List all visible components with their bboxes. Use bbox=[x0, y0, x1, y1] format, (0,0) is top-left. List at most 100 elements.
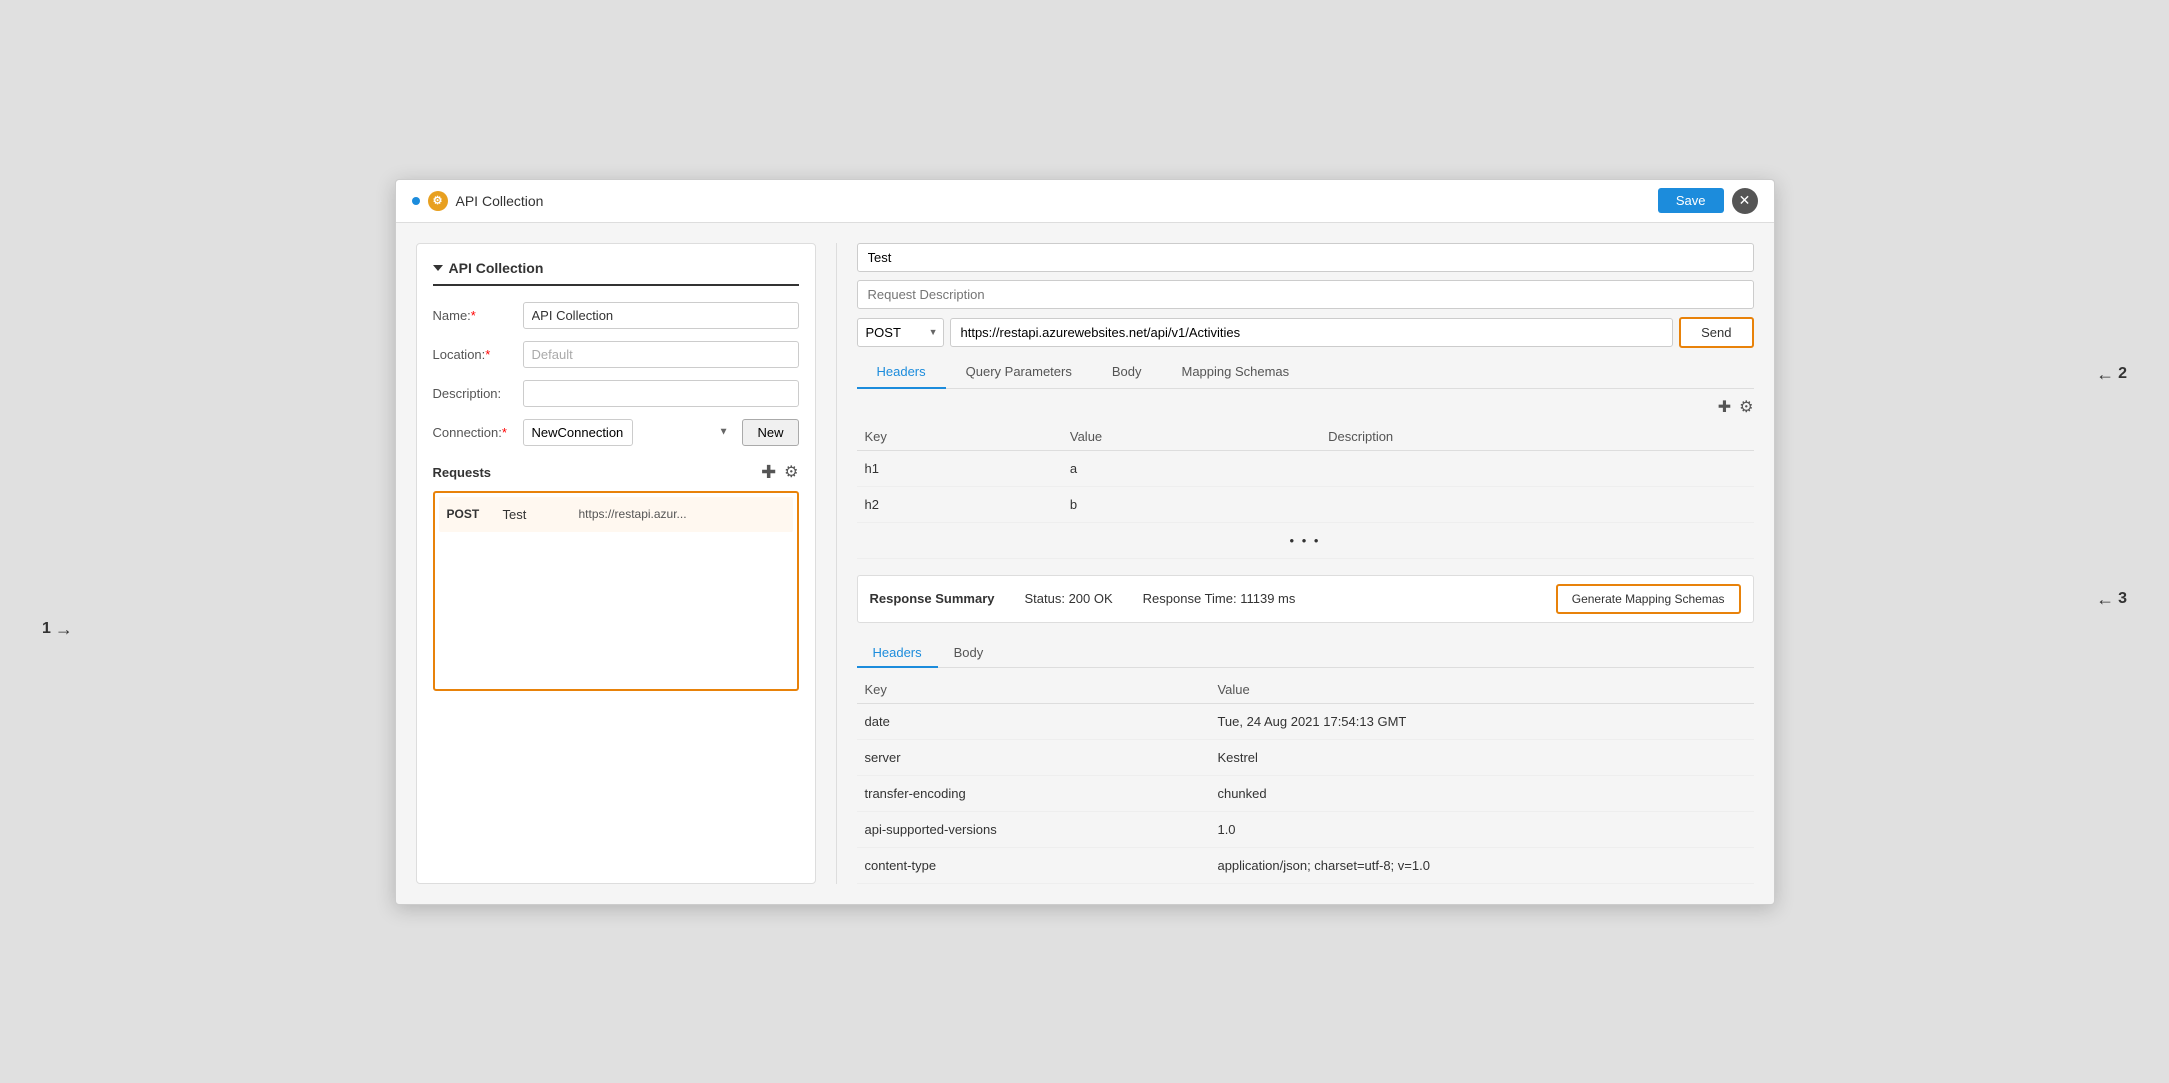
resp-row-server: server Kestrel bbox=[857, 739, 1754, 775]
description-input[interactable] bbox=[523, 380, 799, 407]
tab-headers[interactable]: Headers bbox=[857, 356, 946, 389]
titlebar: ⚙ API Collection Save ✕ bbox=[396, 180, 1774, 223]
header-row-2: h2 b bbox=[857, 486, 1754, 522]
name-row: Name:* bbox=[433, 302, 799, 329]
plus-icon: ✚ bbox=[761, 462, 776, 483]
header-value-2: b bbox=[1062, 486, 1320, 522]
response-info: Response Summary Status: 200 OK Response… bbox=[870, 591, 1296, 606]
name-label: Name:* bbox=[433, 308, 523, 323]
title-icon: ⚙ bbox=[428, 191, 448, 211]
col-value: Value bbox=[1062, 423, 1320, 451]
url-input[interactable] bbox=[950, 318, 1674, 347]
resp-key-content-type: content-type bbox=[857, 847, 1210, 883]
response-table: Key Value date Tue, 24 Aug 2021 17:54:13… bbox=[857, 676, 1754, 884]
titlebar-left: ⚙ API Collection bbox=[412, 191, 544, 211]
right-panel: POST GET PUT DELETE Send Headers Query P… bbox=[857, 243, 1754, 884]
connection-row: Connection:* NewConnection New bbox=[433, 419, 799, 446]
location-row: Location:* bbox=[433, 341, 799, 368]
add-header-button[interactable]: ✚ bbox=[1718, 397, 1731, 417]
resp-row-content-type: content-type application/json; charset=u… bbox=[857, 847, 1754, 883]
annotation-1: 1 → bbox=[42, 619, 73, 640]
resp-val-api-versions: 1.0 bbox=[1209, 811, 1753, 847]
annotation-2: ← 2 bbox=[2096, 364, 2127, 385]
left-panel: API Collection Name:* Location:* bbox=[416, 243, 816, 884]
request-method: POST bbox=[447, 507, 487, 521]
window-title: API Collection bbox=[456, 193, 544, 209]
generate-mapping-button[interactable]: Generate Mapping Schemas bbox=[1556, 584, 1741, 614]
settings-headers-button[interactable]: ⚙ bbox=[1739, 397, 1753, 417]
description-label: Description: bbox=[433, 386, 523, 401]
panel-header: API Collection bbox=[433, 260, 799, 286]
tab-query-params[interactable]: Query Parameters bbox=[946, 356, 1092, 389]
more-icon: • • • bbox=[857, 522, 1754, 558]
header-key-2: h2 bbox=[857, 486, 1062, 522]
gear-icon: ⚙ bbox=[784, 462, 798, 482]
response-tab-body[interactable]: Body bbox=[938, 639, 1000, 668]
resp-row-transfer: transfer-encoding chunked bbox=[857, 775, 1754, 811]
resp-val-content-type: application/json; charset=utf-8; v=1.0 bbox=[1209, 847, 1753, 883]
main-content: API Collection Name:* Location:* bbox=[396, 223, 1774, 904]
request-name: Test bbox=[503, 507, 563, 522]
send-button[interactable]: Send bbox=[1679, 317, 1753, 348]
resp-col-key: Key bbox=[857, 676, 1210, 704]
resp-row-api-versions: api-supported-versions 1.0 bbox=[857, 811, 1754, 847]
name-input[interactable] bbox=[523, 302, 799, 329]
request-tabs-row: Headers Query Parameters Body Mapping Sc… bbox=[857, 356, 1754, 389]
panel-title: API Collection bbox=[449, 260, 544, 276]
resp-row-date: date Tue, 24 Aug 2021 17:54:13 GMT bbox=[857, 703, 1754, 739]
requests-section: Requests ✚ ⚙ POST T bbox=[433, 462, 799, 691]
request-title-input[interactable] bbox=[857, 243, 1754, 272]
close-window-button[interactable]: ✕ bbox=[1732, 188, 1758, 214]
table-actions: ✚ ⚙ bbox=[857, 397, 1754, 417]
requests-title: Requests bbox=[433, 465, 492, 480]
connection-input-row: NewConnection New bbox=[523, 419, 799, 446]
response-bar: Response Summary Status: 200 OK Response… bbox=[857, 575, 1754, 623]
col-key: Key bbox=[857, 423, 1062, 451]
save-button[interactable]: Save bbox=[1658, 188, 1724, 213]
response-tabs: Headers Body bbox=[857, 639, 1754, 668]
request-item[interactable]: POST Test https://restapi.azur... bbox=[439, 497, 793, 532]
header-value-1: a bbox=[1062, 450, 1320, 486]
add-icon: ✚ bbox=[1718, 397, 1731, 417]
method-select[interactable]: POST GET PUT DELETE bbox=[857, 318, 944, 347]
tab-mapping-schemas[interactable]: Mapping Schemas bbox=[1161, 356, 1309, 389]
request-url: https://restapi.azur... bbox=[579, 507, 687, 521]
response-time: Response Time: 11139 ms bbox=[1143, 591, 1296, 606]
response-table-section: Key Value date Tue, 24 Aug 2021 17:54:13… bbox=[857, 676, 1754, 884]
location-input[interactable] bbox=[523, 341, 799, 368]
gear-icon-2: ⚙ bbox=[1739, 397, 1753, 417]
resp-val-date: Tue, 24 Aug 2021 17:54:13 GMT bbox=[1209, 703, 1753, 739]
add-request-button[interactable]: ✚ bbox=[761, 462, 776, 483]
connection-select[interactable]: NewConnection bbox=[523, 419, 633, 446]
main-window: ⚙ API Collection Save ✕ API Collection bbox=[395, 179, 1775, 905]
url-row: POST GET PUT DELETE Send bbox=[857, 317, 1754, 348]
new-connection-button[interactable]: New bbox=[742, 419, 798, 446]
resp-key-server: server bbox=[857, 739, 1210, 775]
headers-table: Key Value Description h1 a bbox=[857, 423, 1754, 559]
response-status: Status: 200 OK bbox=[1025, 591, 1113, 606]
location-label: Location:* bbox=[433, 347, 523, 362]
col-description: Description bbox=[1320, 423, 1753, 451]
method-select-wrapper: POST GET PUT DELETE bbox=[857, 318, 944, 347]
close-icon: ✕ bbox=[1739, 192, 1751, 209]
resp-key-api-versions: api-supported-versions bbox=[857, 811, 1210, 847]
response-tab-headers[interactable]: Headers bbox=[857, 639, 938, 668]
resp-key-date: date bbox=[857, 703, 1210, 739]
tab-body[interactable]: Body bbox=[1092, 356, 1162, 389]
requests-actions: ✚ ⚙ bbox=[761, 462, 798, 483]
requests-header: Requests ✚ ⚙ bbox=[433, 462, 799, 483]
description-row: Description: bbox=[433, 380, 799, 407]
title-dot bbox=[412, 197, 420, 205]
request-description-input[interactable] bbox=[857, 280, 1754, 309]
headers-table-section: ✚ ⚙ Key Value Description bbox=[857, 397, 1754, 559]
chevron-down-icon bbox=[433, 265, 443, 271]
header-desc-2 bbox=[1320, 486, 1753, 522]
header-desc-1 bbox=[1320, 450, 1753, 486]
connection-label: Connection:* bbox=[433, 425, 523, 440]
titlebar-right: Save ✕ bbox=[1658, 188, 1758, 214]
requests-list: POST Test https://restapi.azur... bbox=[433, 491, 799, 691]
header-row-1: h1 a bbox=[857, 450, 1754, 486]
resp-val-server: Kestrel bbox=[1209, 739, 1753, 775]
settings-button[interactable]: ⚙ bbox=[784, 462, 798, 482]
resp-key-transfer: transfer-encoding bbox=[857, 775, 1210, 811]
